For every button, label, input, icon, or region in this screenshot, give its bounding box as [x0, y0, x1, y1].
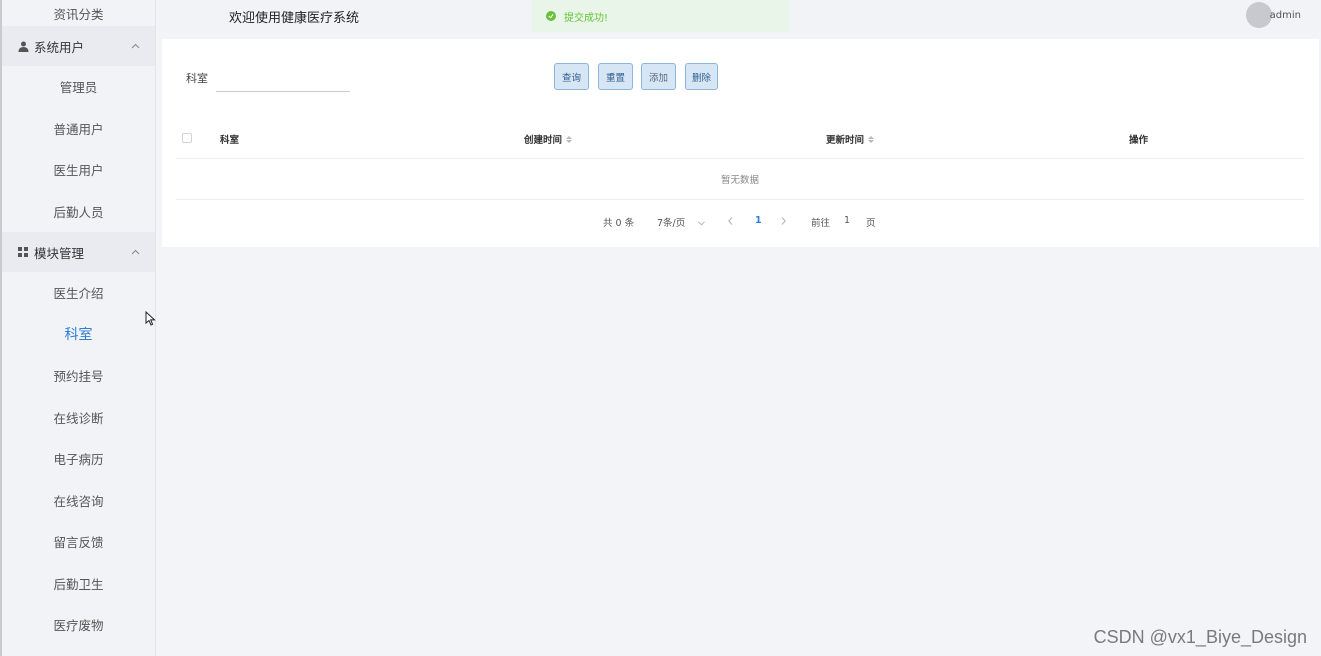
top-bar: 欢迎使用健康医疗系统 提交成功! admin [157, 0, 1321, 32]
page-number[interactable]: 1 [755, 215, 762, 226]
goto-prefix: 前往 [811, 218, 831, 229]
column-header-actions: 操作 [1129, 135, 1149, 146]
sidebar-item-medical-record[interactable]: 电子病历 [2, 438, 155, 480]
sidebar-item-normal-user[interactable]: 普通用户 [2, 108, 155, 150]
sidebar-group-system-users[interactable]: 系统用户 [2, 26, 155, 66]
next-page-icon[interactable] [781, 217, 786, 228]
column-header-created-time[interactable]: 创建时间 [524, 132, 573, 146]
success-toast: 提交成功! [532, 0, 790, 32]
column-header-updated-time[interactable]: 更新时间 [826, 132, 875, 146]
goto-suffix: 页 [866, 218, 876, 229]
chevron-up-icon [131, 39, 140, 49]
column-header-department: 科室 [220, 135, 240, 146]
sort-icon[interactable] [566, 135, 573, 143]
sidebar-item-logistics-staff[interactable]: 后勤人员 [2, 191, 155, 233]
pagination-total: 共 0 条 [603, 218, 635, 229]
prev-page-icon[interactable] [728, 217, 733, 228]
mouse-cursor-icon [145, 310, 157, 327]
sort-icon[interactable] [868, 135, 875, 143]
content-card: 科室 查询 重置 添加 删除 科室 创建时间 更新时间 操作 暂无数据 共 0 … [162, 39, 1319, 247]
sidebar-item-doctor-intro[interactable]: 医生介绍 [2, 272, 155, 314]
delete-button[interactable]: 删除 [685, 63, 718, 90]
page-size-select[interactable]: 7条/页 [657, 215, 685, 229]
check-circle-icon [546, 11, 556, 21]
username[interactable]: admin [1270, 10, 1301, 21]
sidebar-item-doctor-user[interactable]: 医生用户 [2, 149, 155, 191]
reset-button[interactable]: 重置 [598, 63, 633, 90]
chevron-up-icon [131, 245, 140, 255]
sidebar-item-online-diagnosis[interactable]: 在线诊断 [2, 397, 155, 439]
sidebar: 资讯分类 系统用户 管理员 普通用户 医生用户 后勤人员 模块管理 医生介绍 科… [0, 0, 156, 656]
select-all-checkbox[interactable] [182, 133, 192, 143]
chevron-down-icon[interactable] [698, 218, 705, 229]
app-title: 欢迎使用健康医疗系统 [229, 11, 360, 26]
add-button[interactable]: 添加 [641, 63, 676, 90]
avatar[interactable] [1246, 2, 1272, 28]
user-icon [17, 40, 29, 52]
sidebar-item-admin[interactable]: 管理员 [2, 66, 155, 108]
sidebar-item-medical-waste[interactable]: 医疗废物 [2, 604, 155, 646]
sidebar-group-module-management[interactable]: 模块管理 [2, 232, 155, 272]
sidebar-item-department[interactable]: 科室 [2, 314, 155, 356]
empty-table-message: 暂无数据 [176, 159, 1304, 200]
sidebar-item-appointment[interactable]: 预约挂号 [2, 355, 155, 397]
sidebar-item-feedback[interactable]: 留言反馈 [2, 521, 155, 563]
sidebar-item-news-category[interactable]: 资讯分类 [2, 0, 155, 26]
department-search-input[interactable] [216, 62, 350, 92]
table-header: 科室 创建时间 更新时间 操作 [176, 119, 1304, 159]
watermark: CSDN @vx1_Biye_Design [1093, 627, 1307, 647]
query-button[interactable]: 查询 [554, 63, 589, 90]
grid-icon [17, 246, 29, 258]
goto-page-input[interactable]: 1 [844, 215, 850, 226]
sidebar-item-online-consult[interactable]: 在线咨询 [2, 480, 155, 522]
sidebar-item-logistics-hygiene[interactable]: 后勤卫生 [2, 563, 155, 605]
search-label: 科室 [186, 72, 208, 85]
